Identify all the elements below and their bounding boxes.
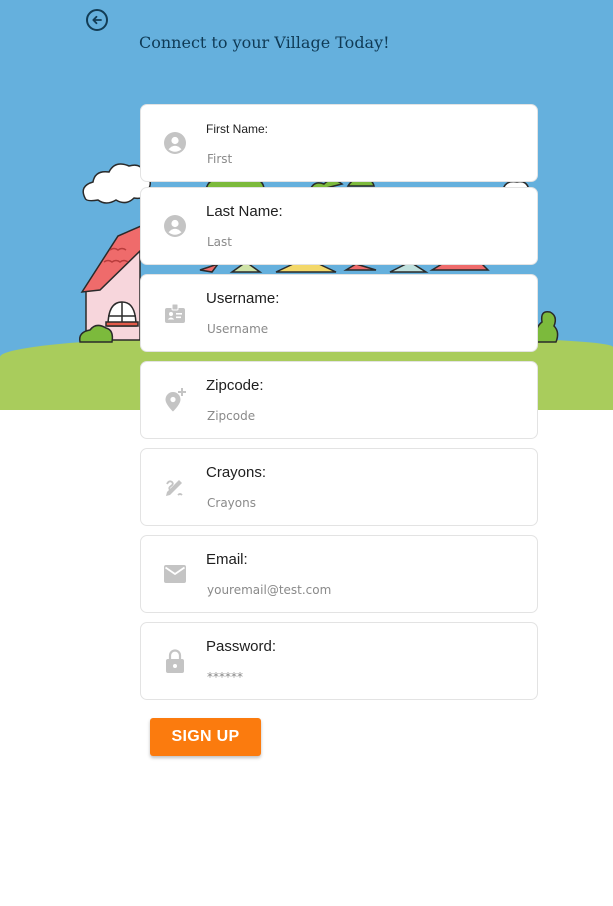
bush-left bbox=[78, 324, 114, 343]
account-circle-icon bbox=[161, 129, 189, 157]
first-name-input[interactable] bbox=[207, 148, 507, 170]
email-input[interactable] bbox=[207, 579, 507, 601]
sign-up-button[interactable]: SIGN UP bbox=[150, 718, 261, 756]
house-left bbox=[80, 224, 142, 341]
username-input[interactable] bbox=[207, 318, 507, 340]
password-input[interactable] bbox=[207, 666, 507, 688]
page-title: Connect to your Village Today! bbox=[139, 33, 390, 52]
password-label: Password: bbox=[206, 638, 277, 655]
mail-icon bbox=[161, 560, 189, 588]
account-circle-icon bbox=[161, 212, 189, 240]
crayons-field: Crayons: bbox=[140, 448, 538, 526]
arrow-left-circle-icon bbox=[92, 15, 102, 25]
add-location-icon bbox=[161, 386, 189, 414]
email-field: Email: bbox=[140, 535, 538, 613]
password-field: Password: bbox=[140, 622, 538, 700]
zipcode-field: Zipcode: bbox=[140, 361, 538, 439]
crayons-label: Crayons: bbox=[206, 464, 267, 481]
badge-icon bbox=[161, 299, 189, 327]
crayons-input[interactable] bbox=[207, 492, 507, 514]
first-name-label: First Name: bbox=[206, 122, 269, 136]
username-label: Username: bbox=[206, 290, 280, 307]
username-field: Username: bbox=[140, 274, 538, 352]
first-name-field: First Name: bbox=[140, 104, 538, 182]
bush-right bbox=[534, 310, 559, 343]
zipcode-label: Zipcode: bbox=[206, 377, 264, 394]
email-label: Email: bbox=[206, 551, 248, 568]
zipcode-input[interactable] bbox=[207, 405, 507, 427]
lock-icon bbox=[161, 647, 189, 675]
last-name-label: Last Name: bbox=[206, 203, 283, 220]
draw-icon bbox=[161, 473, 189, 501]
last-name-field: Last Name: bbox=[140, 187, 538, 265]
back-button[interactable] bbox=[86, 9, 108, 31]
last-name-input[interactable] bbox=[207, 231, 507, 253]
